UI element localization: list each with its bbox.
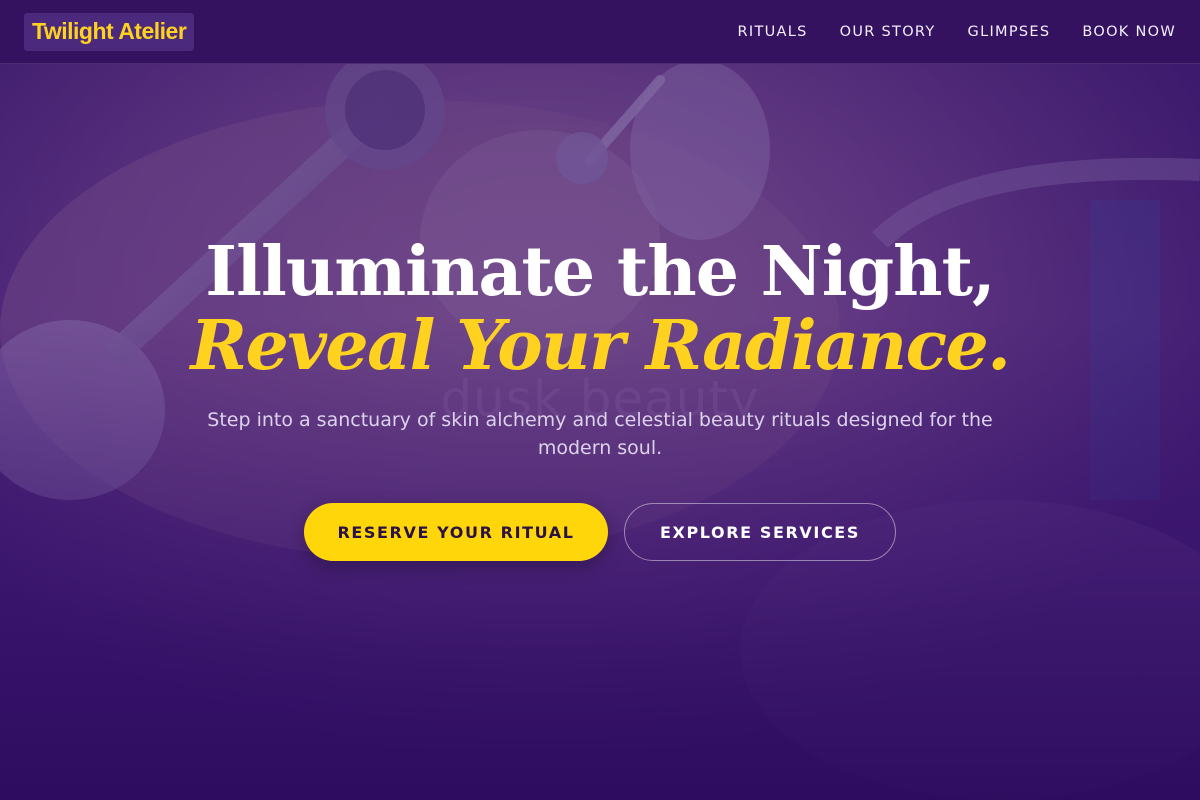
nav-link-our-story[interactable]: OUR STORY bbox=[840, 24, 936, 40]
hero-headline-line2: Reveal Your Radiance. bbox=[190, 306, 1011, 386]
brand-logo[interactable]: Twilight Atelier bbox=[24, 12, 195, 51]
nav-link-glimpses[interactable]: GLIMPSES bbox=[968, 24, 1051, 40]
nav-links: RITUALS OUR STORY GLIMPSES BOOK NOW bbox=[738, 24, 1176, 40]
nav-link-book-now[interactable]: BOOK NOW bbox=[1082, 24, 1176, 40]
top-navigation: Twilight Atelier RITUALS OUR STORY GLIMP… bbox=[0, 0, 1200, 64]
hero-section: dusk beauty Illuminate the Night, Reveal… bbox=[0, 0, 1200, 800]
hero-subtitle: Step into a sanctuary of skin alchemy an… bbox=[207, 409, 993, 459]
reserve-ritual-button[interactable]: RESERVE YOUR RITUAL bbox=[304, 503, 608, 561]
nav-link-rituals[interactable]: RITUALS bbox=[738, 24, 808, 40]
hero-headline-line1: Illuminate the Night, bbox=[205, 232, 995, 312]
landing-page: Twilight Atelier RITUALS OUR STORY GLIMP… bbox=[0, 0, 1200, 800]
explore-services-button[interactable]: EXPLORE SERVICES bbox=[624, 503, 896, 561]
